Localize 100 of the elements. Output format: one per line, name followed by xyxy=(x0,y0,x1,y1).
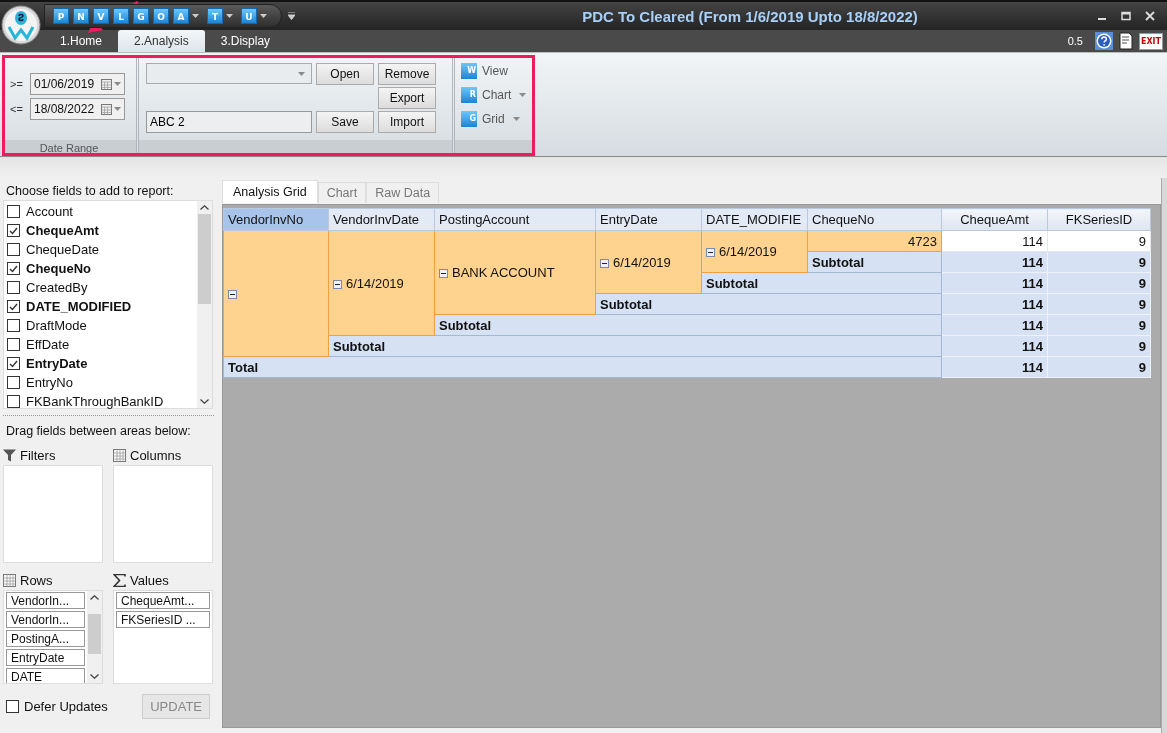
subtotal-label: Subtotal xyxy=(701,272,942,294)
subtotal-label: Subtotal xyxy=(328,335,942,357)
group-caption: Date Range xyxy=(2,140,136,154)
exit-button[interactable]: EXIT xyxy=(1138,32,1163,50)
column-header[interactable]: ChequeNo xyxy=(807,208,942,231)
date-field[interactable]: 01/06/2019 xyxy=(30,73,125,95)
collapse-icon[interactable] xyxy=(600,258,609,268)
date-value: 01/06/2019 xyxy=(34,77,96,91)
field-chip[interactable]: VendorIn... xyxy=(6,592,85,609)
field-chip[interactable]: PostingA... xyxy=(6,630,85,647)
column-header[interactable]: EntryDate xyxy=(595,208,702,231)
field-name[interactable]: CreatedBy xyxy=(26,280,88,295)
calendar-icon xyxy=(101,78,112,90)
field-checkbox[interactable] xyxy=(7,395,20,408)
checkbox-label[interactable]: Defer Updates xyxy=(24,699,108,714)
field-checkbox[interactable] xyxy=(7,376,20,389)
check-icon xyxy=(9,359,18,368)
scroll-thumb[interactable] xyxy=(88,614,101,654)
column-header[interactable]: ChequeAmt xyxy=(941,208,1048,231)
field-checkbox[interactable] xyxy=(7,243,20,256)
ribbon-tab[interactable]: 3.Display xyxy=(204,30,287,52)
area-title: Filters xyxy=(20,447,56,463)
collapse-icon[interactable] xyxy=(706,248,715,258)
dropdown-caret-icon xyxy=(298,71,305,76)
column-header[interactable]: PostingAccount xyxy=(434,208,596,231)
view-tab[interactable]: Raw Data xyxy=(366,182,440,203)
dropdown-caret-icon[interactable] xyxy=(192,14,199,18)
view-tab[interactable]: Chart xyxy=(317,182,367,203)
row-value: 6/14/2019 xyxy=(346,275,404,291)
sigma-icon xyxy=(113,573,126,587)
field-chip[interactable]: ChequeAmt... xyxy=(116,592,210,609)
row-value: 6/14/2019 xyxy=(719,244,777,259)
scrollbar[interactable] xyxy=(87,591,102,683)
close-icon[interactable] xyxy=(1145,11,1155,21)
ribbon-button[interactable]: Remove xyxy=(378,63,436,85)
subtotal-label: Subtotal xyxy=(595,293,942,315)
field-chip[interactable]: VendorIn... xyxy=(6,611,85,628)
ribbon-button[interactable]: Open xyxy=(316,63,374,85)
field-name[interactable]: ChequeNo xyxy=(26,261,91,276)
ribbon-button[interactable]: Save xyxy=(316,111,374,133)
check-icon xyxy=(9,264,18,273)
customize-toolbar-icon[interactable] xyxy=(288,12,295,20)
collapse-icon[interactable] xyxy=(439,269,448,279)
field-checkbox[interactable] xyxy=(7,319,20,332)
dropdown-caret-icon xyxy=(114,82,121,86)
field-name[interactable]: Account xyxy=(26,204,73,219)
ribbon-tab[interactable]: 1.Home xyxy=(44,30,119,52)
scroll-thumb[interactable] xyxy=(198,214,211,304)
view-icon: R xyxy=(461,87,477,103)
field-chip[interactable]: DATE xyxy=(6,668,85,683)
field-checkbox[interactable] xyxy=(7,338,20,351)
field-chip[interactable]: FKSeriesID ... xyxy=(116,611,210,628)
scroll-up-icon[interactable] xyxy=(200,205,209,210)
defer-checkbox[interactable] xyxy=(6,700,19,713)
window-title: PDC To Cleared (From 1/6/2019 Upto 18/8/2022) xyxy=(581,7,919,25)
calendar-icon xyxy=(101,103,112,115)
view-icon: W xyxy=(461,63,477,79)
column-header[interactable]: FKSeriesID xyxy=(1047,208,1151,231)
report-name-field[interactable]: ABC 2 xyxy=(146,111,312,133)
collapse-icon[interactable] xyxy=(228,290,237,300)
date-field[interactable]: 18/08/2022 xyxy=(30,98,125,120)
operator-label: <= xyxy=(10,103,24,115)
field-checkbox[interactable] xyxy=(7,300,20,313)
field-name[interactable]: DraftMode xyxy=(26,318,87,333)
button-label: Grid xyxy=(482,112,505,126)
field-checkbox[interactable] xyxy=(7,357,20,370)
ribbon-button[interactable]: Import xyxy=(378,111,436,133)
scroll-up-icon[interactable] xyxy=(90,595,99,600)
dropdown-caret-icon[interactable] xyxy=(260,14,267,18)
field-name[interactable]: EntryDate xyxy=(26,356,88,371)
ribbon-button[interactable]: Export xyxy=(378,87,436,109)
field-chip[interactable]: EntryDate xyxy=(6,649,85,666)
help-icon[interactable] xyxy=(1094,32,1113,50)
field-name[interactable]: FKBankThroughBankID xyxy=(26,394,164,409)
field-checkbox[interactable] xyxy=(7,224,20,237)
field-name[interactable]: DATE_MODIFIED xyxy=(26,299,132,314)
collapse-icon[interactable] xyxy=(333,279,342,289)
field-name[interactable]: ChequeAmt xyxy=(26,223,99,238)
scroll-down-icon[interactable] xyxy=(90,674,99,679)
maximize-icon[interactable] xyxy=(1121,11,1131,21)
scroll-down-icon[interactable] xyxy=(200,399,209,404)
ribbon-button[interactable]: W View xyxy=(461,63,508,79)
column-header[interactable]: DATE_MODIFIE xyxy=(701,208,808,231)
subtotal-label: Subtotal xyxy=(434,314,942,336)
document-icon[interactable] xyxy=(1118,32,1133,50)
field-checkbox[interactable] xyxy=(7,205,20,218)
ribbon-button[interactable]: R Chart xyxy=(461,87,512,103)
ribbon-tab[interactable]: 2.Analysis xyxy=(118,30,205,52)
panel-hint: Drag fields between areas below: xyxy=(5,424,192,440)
field-name[interactable]: EffDate xyxy=(26,337,70,352)
ribbon-button[interactable]: G Grid xyxy=(461,111,505,127)
column-header[interactable]: VendorInvNo xyxy=(223,208,329,231)
view-tab[interactable]: Analysis Grid xyxy=(222,180,318,203)
column-header[interactable]: VendorInvDate xyxy=(328,208,435,231)
field-checkbox[interactable] xyxy=(7,262,20,275)
field-checkbox[interactable] xyxy=(7,281,20,294)
dropdown-caret-icon[interactable] xyxy=(226,14,233,18)
field-name[interactable]: ChequeDate xyxy=(26,242,99,257)
field-name[interactable]: EntryNo xyxy=(26,375,73,390)
scrollbar[interactable] xyxy=(197,201,212,408)
